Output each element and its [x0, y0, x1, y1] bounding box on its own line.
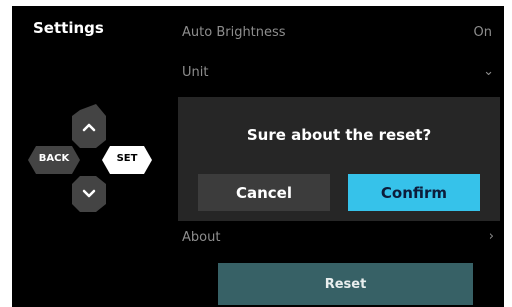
device-screen: Settings Auto Brightness On Unit ⌄ About…: [12, 6, 504, 307]
setting-row-about[interactable]: About ›: [182, 229, 504, 245]
dpad-down-button[interactable]: [72, 176, 106, 212]
sidebar-title: Settings: [33, 19, 104, 37]
dialog-title: Sure about the reset?: [246, 126, 432, 144]
confirm-button[interactable]: Confirm: [348, 174, 480, 211]
setting-label-about: About: [182, 230, 221, 245]
dpad-set-label: SET: [116, 153, 138, 164]
setting-label-auto-brightness: Auto Brightness: [182, 25, 286, 40]
setting-row-auto-brightness[interactable]: Auto Brightness On: [182, 25, 504, 40]
reset-confirmation-dialog: Sure about the reset? Cancel Confirm: [178, 97, 500, 221]
dpad-back-label: BACK: [38, 153, 70, 164]
cancel-button[interactable]: Cancel: [198, 174, 330, 211]
chevron-right-icon: ›: [488, 229, 494, 244]
reset-button[interactable]: Reset: [218, 263, 473, 305]
setting-label-unit: Unit: [182, 65, 209, 80]
chevron-down-icon: ⌄: [483, 64, 494, 79]
dpad: BACK SET: [22, 102, 162, 214]
setting-row-unit[interactable]: Unit ⌄: [182, 64, 504, 80]
setting-value-auto-brightness: On: [473, 25, 492, 40]
